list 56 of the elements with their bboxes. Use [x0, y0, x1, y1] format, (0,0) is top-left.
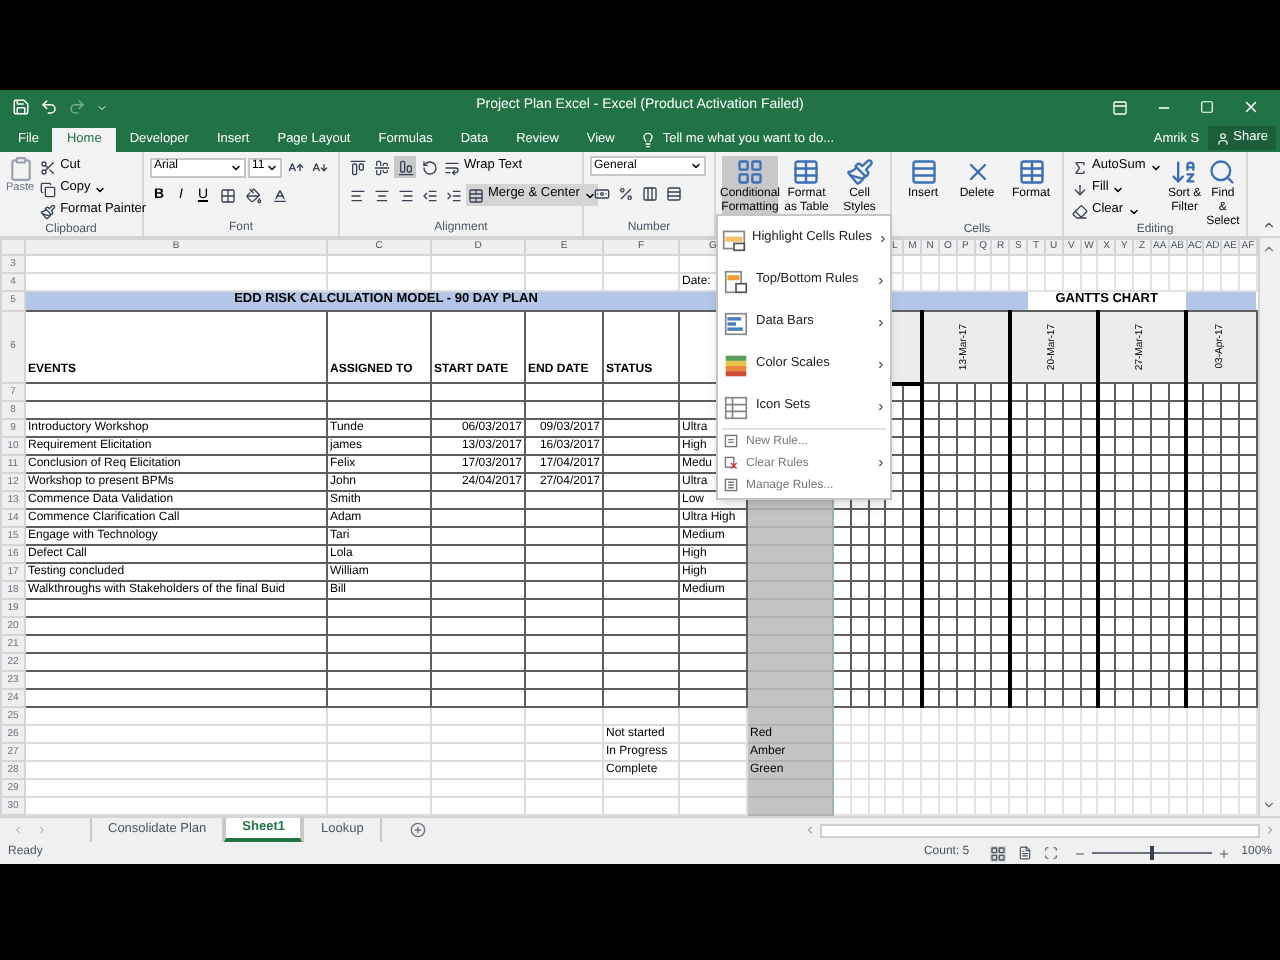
font-color-icon[interactable]	[268, 184, 290, 206]
table-icon	[1017, 158, 1045, 186]
fill-color-icon[interactable]	[242, 184, 264, 206]
caret-icon	[1149, 161, 1162, 173]
data-bars-icon	[724, 311, 748, 335]
grid-icon	[736, 158, 764, 186]
page-layout-icon[interactable]	[1017, 846, 1032, 860]
save-icon[interactable]	[12, 98, 30, 116]
table-icon	[792, 158, 821, 186]
align-middle-icon[interactable]	[370, 156, 392, 178]
new-rule-icon	[724, 434, 738, 448]
paintbrush-icon	[40, 203, 57, 219]
caret-icon	[583, 189, 596, 201]
align-bottom-icon[interactable]	[394, 156, 416, 178]
align-top-icon[interactable]	[346, 156, 368, 178]
borders-icon[interactable]	[216, 184, 238, 206]
zoom-in-icon[interactable]	[1217, 847, 1230, 859]
customize-toolbar-icon[interactable]	[96, 101, 108, 113]
close-icon[interactable]	[1242, 98, 1260, 116]
page-break-icon[interactable]	[1043, 846, 1058, 860]
ribbon-display-icon[interactable]	[1112, 99, 1128, 115]
wrap-text-icon	[444, 159, 460, 175]
orientation-icon[interactable]	[418, 156, 440, 178]
search-icon	[1208, 158, 1237, 186]
manage-rules-icon	[724, 478, 738, 492]
percent-icon[interactable]	[614, 182, 636, 204]
paintbrush-icon	[845, 158, 874, 186]
clipboard-icon	[7, 156, 34, 182]
eraser-icon	[1072, 203, 1088, 219]
comma-style-icon[interactable]	[638, 182, 660, 204]
person-icon	[1215, 131, 1230, 145]
caret-icon	[94, 183, 107, 195]
scissors-icon	[40, 159, 57, 175]
zoom-slider-thumb[interactable]	[1149, 846, 1154, 860]
undo-icon[interactable]	[40, 98, 58, 116]
normal-view-icon[interactable]	[989, 845, 1006, 861]
new-sheet-icon[interactable]	[409, 822, 426, 838]
vertical-scrollbar[interactable]	[1257, 238, 1280, 816]
sigma-icon	[1072, 159, 1088, 175]
caret-icon	[266, 161, 278, 173]
caret-icon	[690, 160, 702, 172]
merge-cells-icon	[468, 187, 484, 203]
clear-rules-icon	[724, 456, 738, 470]
insert-rows-icon	[909, 158, 937, 186]
icon-sets-icon	[724, 395, 748, 419]
lightbulb-icon	[640, 132, 657, 148]
decimal-icon[interactable]	[662, 182, 684, 204]
color-scales-icon	[724, 353, 748, 377]
maximize-icon[interactable]	[1200, 100, 1214, 114]
sort-icon	[1170, 158, 1199, 186]
caret-icon	[230, 161, 242, 173]
scroll-down-icon[interactable]	[1262, 798, 1277, 812]
copy-icon	[40, 181, 57, 197]
down-arrow-icon	[1072, 181, 1088, 197]
collapse-ribbon-icon[interactable]	[1262, 218, 1276, 232]
scroll-up-icon[interactable]	[1262, 242, 1277, 256]
